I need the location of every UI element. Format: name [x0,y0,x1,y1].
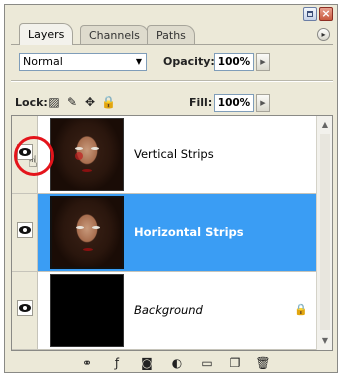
vertical-scrollbar[interactable]: ▲ ▼ [316,116,332,350]
visibility-toggle[interactable] [12,272,38,349]
layer-content[interactable]: Background 🔒 [38,272,316,349]
lock-all-icon[interactable]: 🔒 [101,95,116,109]
panel-menu-icon[interactable]: ▸ [317,28,330,41]
panel-tabs: Channels Paths Layers ▸ [11,23,333,45]
layer-content[interactable]: Vertical Strips [38,116,316,193]
lock-transparency-icon[interactable]: ▨ [47,95,61,109]
link-layers-icon[interactable]: ⚭ [79,355,95,371]
layer-thumbnail [50,274,124,347]
lock-fill-row: Lock: ▨ ✎ ✥ 🔒 Fill: 100% ▶ [5,91,337,115]
close-icon[interactable]: × [319,7,333,21]
new-layer-icon[interactable]: ❐ [227,355,243,371]
visibility-toggle[interactable] [12,194,38,271]
layer-mask-icon[interactable]: ◙ [139,355,155,371]
layer-row[interactable]: Background 🔒 [12,272,316,350]
scrollbar-track[interactable] [320,134,330,330]
layer-name: Horizontal Strips [134,225,244,239]
minimize-icon[interactable] [303,7,317,21]
lock-icon: 🔒 [294,303,308,316]
scroll-up-icon[interactable]: ▲ [317,118,332,132]
fill-input[interactable]: 100% [214,94,254,112]
trash-icon[interactable]: 🗑 [255,355,271,371]
opacity-slider-arrow-icon[interactable]: ▶ [256,53,270,71]
layer-name: Vertical Strips [134,147,214,161]
tab-channels[interactable]: Channels [80,25,149,44]
panel-titlebar: × [5,5,337,23]
layer-thumbnail [50,196,124,269]
chevron-down-icon: ▼ [135,57,142,66]
adjustment-layer-icon[interactable]: ◐ [169,355,185,371]
panel-footer: ⚭ ƒ ◙ ◐ ▭ ❐ 🗑 [5,353,337,373]
layer-row[interactable]: Vertical Strips [12,116,316,194]
blend-mode-select[interactable]: Normal ▼ [19,53,147,71]
opacity-input[interactable]: 100% [214,53,254,71]
layers-panel: × Channels Paths Layers ▸ Normal ▼ Opaci… [4,4,338,373]
scroll-down-icon[interactable]: ▼ [317,334,332,348]
lock-position-icon[interactable]: ✥ [83,95,97,109]
layer-row-selected[interactable]: Horizontal Strips [12,194,316,272]
blend-opacity-row: Normal ▼ Opacity: 100% ▶ [5,49,337,73]
hand-cursor-icon: ☝ [28,152,38,171]
divider [11,81,333,82]
fill-label: Fill: [189,96,213,109]
layer-content[interactable]: Horizontal Strips [38,194,316,271]
tab-layers[interactable]: Layers [19,23,74,45]
new-group-icon[interactable]: ▭ [199,355,215,371]
layers-list: Vertical Strips Horizontal Strips Backgr… [11,115,333,351]
fill-slider-arrow-icon[interactable]: ▶ [256,94,270,112]
opacity-label: Opacity: [163,55,215,68]
tab-paths[interactable]: Paths [147,25,195,44]
layer-thumbnail [50,118,124,191]
eye-icon[interactable] [17,300,33,316]
layer-style-icon[interactable]: ƒ [109,355,125,371]
eye-icon[interactable] [17,222,33,238]
lock-image-icon[interactable]: ✎ [65,95,79,109]
lock-label: Lock: [15,96,48,109]
blend-mode-value: Normal [23,55,63,68]
layer-name: Background [134,303,203,317]
